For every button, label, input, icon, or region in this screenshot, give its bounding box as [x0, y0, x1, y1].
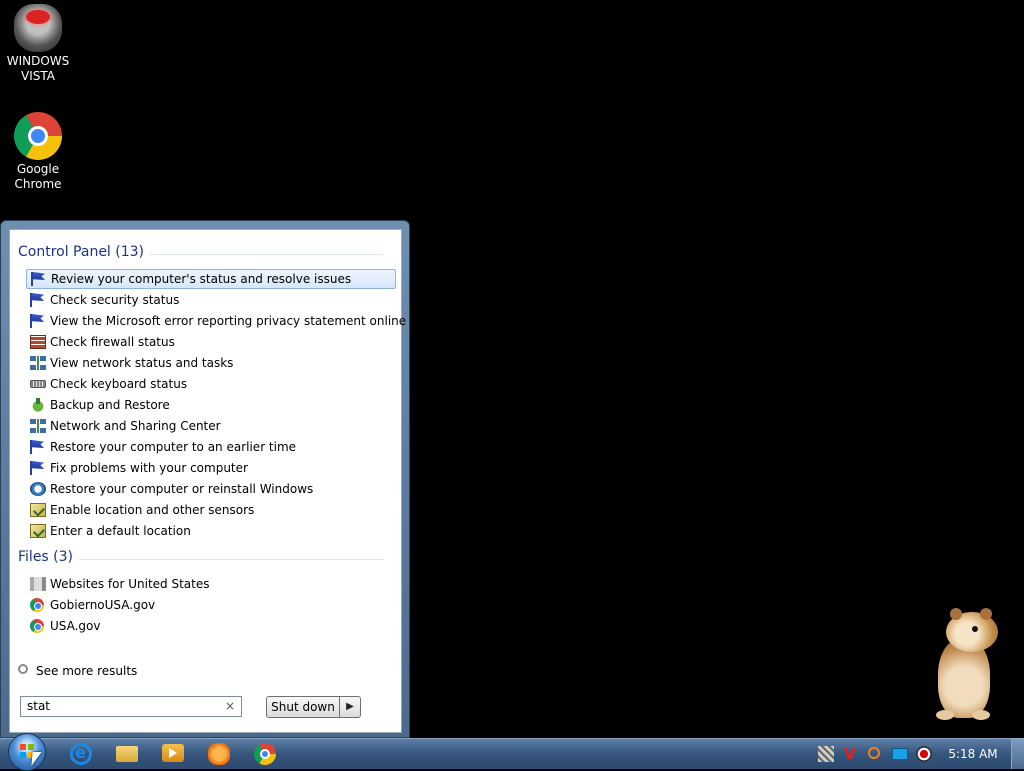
search-results-pane: Control Panel (13) Review your computer'… — [9, 229, 406, 733]
result-restore-earlier-time[interactable]: Restore your computer to an earlier time — [26, 437, 396, 457]
group-header-control-panel[interactable]: Control Panel (13) — [18, 244, 393, 260]
result-enable-location-sensors[interactable]: Enable location and other sensors — [26, 500, 396, 520]
search-icon — [18, 664, 28, 674]
see-more-results-link[interactable]: See more results — [18, 662, 137, 680]
result-websites-united-states[interactable]: Websites for United States — [26, 574, 396, 594]
result-restore-or-reinstall[interactable]: Restore your computer or reinstall Windo… — [26, 479, 396, 499]
taskbar: V 5:18 AM — [0, 733, 1024, 771]
desktop-icon-label: Google Chrome — [14, 162, 62, 191]
desktop-icon-google-chrome[interactable]: Google Chrome — [0, 112, 76, 192]
action-center-flag-icon — [30, 440, 46, 454]
result-error-reporting-privacy[interactable]: View the Microsoft error reporting priva… — [26, 311, 406, 331]
keyboard-icon — [30, 380, 46, 388]
result-backup-and-restore[interactable]: Backup and Restore — [26, 395, 396, 415]
desktop-icon-windows-vista[interactable]: WINDOWS VISTA — [0, 4, 76, 84]
start-search-input[interactable]: stat × — [20, 696, 242, 717]
vivaldi-tray-icon[interactable]: V — [842, 746, 858, 762]
recovery-icon — [30, 482, 46, 496]
action-center-flag-icon — [30, 461, 46, 475]
app-tray-icon[interactable] — [818, 746, 834, 762]
display-tray-icon[interactable] — [892, 748, 908, 760]
result-check-firewall-status[interactable]: Check firewall status — [26, 332, 396, 352]
clear-search-icon[interactable]: × — [225, 697, 235, 716]
shut-down-options-arrow-icon[interactable]: ▶ — [340, 696, 361, 718]
uc-browser-icon[interactable] — [208, 743, 230, 765]
action-center-flag-icon — [30, 314, 46, 328]
action-center-flag-icon — [31, 272, 47, 286]
mouse-cursor-icon — [31, 752, 42, 766]
hamster-head — [946, 608, 998, 652]
chrome-icon — [30, 598, 44, 612]
network-icon — [30, 356, 46, 370]
show-desktop-button[interactable] — [1011, 739, 1024, 769]
favorites-book-icon — [30, 577, 46, 591]
result-check-keyboard-status[interactable]: Check keyboard status — [26, 374, 396, 394]
result-default-location[interactable]: Enter a default location — [26, 521, 396, 541]
action-center-flag-icon — [30, 293, 46, 307]
chrome-icon[interactable] — [254, 743, 276, 765]
start-menu: Control Panel (13) Review your computer'… — [0, 220, 410, 738]
internet-explorer-icon[interactable] — [70, 743, 92, 765]
shut-down-button[interactable]: Shut down — [266, 696, 340, 718]
result-fix-problems[interactable]: Fix problems with your computer — [26, 458, 396, 478]
firewall-icon — [30, 335, 46, 349]
result-network-sharing-center[interactable]: Network and Sharing Center — [26, 416, 396, 436]
result-network-status-tasks[interactable]: View network status and tasks — [26, 353, 396, 373]
chrome-icon — [30, 619, 44, 633]
system-clock[interactable]: 5:18 AM — [940, 739, 1006, 769]
result-usa-gov[interactable]: USA.gov — [26, 616, 396, 636]
media-player-icon[interactable] — [162, 744, 184, 762]
windows-vista-shortcut-icon — [14, 4, 62, 52]
backup-icon — [30, 398, 46, 412]
result-gobiernousa[interactable]: GobiernoUSA.gov — [26, 595, 396, 615]
desktop-icon-label: WINDOWS VISTA — [6, 54, 70, 83]
hamster-desktop-pet[interactable] — [926, 608, 1006, 720]
network-icon — [30, 419, 46, 433]
recorder-tray-icon[interactable] — [916, 746, 932, 762]
search-tray-icon[interactable] — [868, 747, 880, 759]
chrome-icon — [14, 112, 62, 160]
group-header-files[interactable]: Files (3) — [18, 549, 393, 565]
windows-explorer-icon[interactable] — [116, 746, 138, 762]
result-check-security-status[interactable]: Check security status — [26, 290, 396, 310]
sensor-icon — [30, 524, 46, 538]
sensor-icon — [30, 503, 46, 517]
result-review-status[interactable]: Review your computer's status and resolv… — [26, 269, 396, 289]
